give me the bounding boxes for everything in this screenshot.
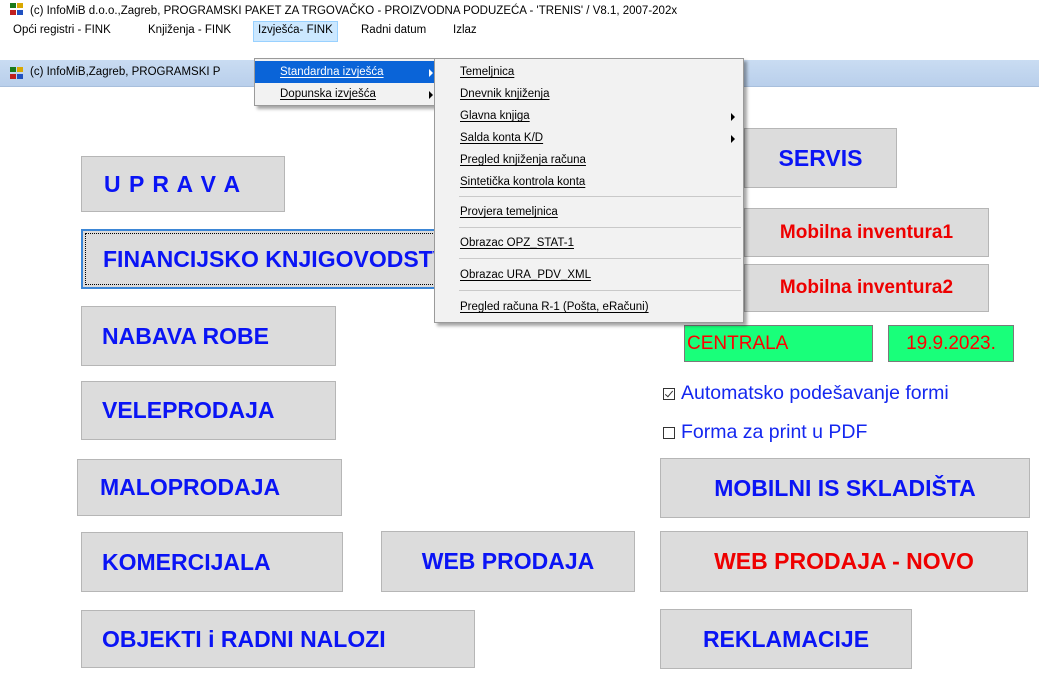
objekti-radni-nalozi-button[interactable]: OBJEKTI i RADNI NALOZI	[81, 610, 475, 668]
menu-separator	[459, 227, 741, 228]
menu-provjera-temeljnica[interactable]: Provjera temeljnica	[435, 201, 743, 223]
menu-opci-registri[interactable]: Opći registri - FINK	[9, 21, 115, 40]
menu-standardna-izvjesca[interactable]: Standardna izvješća	[255, 61, 441, 83]
mobilna-inventura2-button[interactable]: Mobilna inventura2	[744, 264, 989, 312]
print-pdf-checkbox[interactable]: Forma za print u PDF	[663, 421, 867, 444]
mobilna-inventura1-button[interactable]: Mobilna inventura1	[744, 208, 989, 257]
location-status: CENTRALA	[684, 325, 873, 362]
app-icon	[10, 3, 24, 16]
uprava-button[interactable]: U P R A V A	[81, 156, 285, 212]
menu-temeljnica[interactable]: Temeljnica	[435, 61, 743, 83]
standardna-izvjesca-dropdown: Temeljnica Dnevnik knjiženja Glavna knji…	[434, 58, 744, 323]
menu-separator	[459, 196, 741, 197]
menu-dnevnik-knjizenja[interactable]: Dnevnik knjiženja	[435, 83, 743, 105]
web-prodaja-novo-button[interactable]: WEB PRODAJA - NOVO	[660, 531, 1028, 592]
menu-separator	[459, 258, 741, 259]
menu-obrazac-ura-pdv-xml[interactable]: Obrazac URA_PDV_XML	[435, 264, 743, 286]
veleprodaja-button[interactable]: VELEPRODAJA	[81, 381, 336, 440]
submenu-arrow-icon	[731, 113, 735, 121]
app-icon	[10, 67, 24, 80]
submenu-arrow-icon	[429, 91, 433, 99]
menu-separator	[459, 290, 741, 291]
nabava-robe-button[interactable]: NABAVA ROBE	[81, 306, 336, 366]
child-window-title: (c) InfoMiB,Zagreb, PROGRAMSKI P	[30, 66, 221, 78]
menu-obrazac-opz-stat[interactable]: Obrazac OPZ_STAT-1	[435, 232, 743, 254]
menu-pregled-knjizenja-racuna[interactable]: Pregled knjiženja računa	[435, 149, 743, 171]
submenu-arrow-icon	[731, 135, 735, 143]
web-prodaja-button[interactable]: WEB PRODAJA	[381, 531, 635, 592]
menu-izvjesca[interactable]: Izvješća- FINK	[253, 21, 338, 42]
checkbox-checked-icon[interactable]	[663, 387, 675, 400]
menu-pregled-racuna-r1[interactable]: Pregled računa R-1 (Pošta, eRačuni)	[435, 296, 743, 318]
menu-glavna-knjiga[interactable]: Glavna knjiga	[435, 105, 743, 127]
komercijala-button[interactable]: KOMERCIJALA	[81, 532, 343, 592]
menu-bar: Opći registri - FINK Knjiženja - FINK Iz…	[0, 21, 1039, 42]
menu-salda-konta[interactable]: Salda konta K/D	[435, 127, 743, 149]
menu-knjizenja[interactable]: Knjiženja - FINK	[144, 21, 235, 40]
reklamacije-button[interactable]: REKLAMACIJE	[660, 609, 912, 669]
menu-radni-datum[interactable]: Radni datum	[357, 21, 430, 40]
auto-forms-checkbox[interactable]: Automatsko podešavanje formi	[663, 382, 949, 405]
checkbox-unchecked-icon[interactable]	[663, 426, 675, 439]
servis-button[interactable]: SERVIS	[744, 128, 897, 188]
maloprodaja-button[interactable]: MALOPRODAJA	[77, 459, 342, 516]
izvjesca-dropdown: Standardna izvješća Dopunska izvješća	[254, 58, 442, 106]
menu-izlaz[interactable]: Izlaz	[449, 21, 481, 40]
title-bar: (c) InfoMiB d.o.o.,Zagreb, PROGRAMSKI PA…	[0, 0, 1039, 20]
mobilni-is-skladista-button[interactable]: MOBILNI IS SKLADIŠTA	[660, 458, 1030, 518]
submenu-arrow-icon	[429, 69, 433, 77]
date-status: 19.9.2023.	[888, 325, 1014, 362]
menu-sinteticka-kontrola-konta[interactable]: Sintetička kontrola konta	[435, 171, 743, 193]
menu-dopunska-izvjesca[interactable]: Dopunska izvješća	[255, 83, 441, 105]
window-title: (c) InfoMiB d.o.o.,Zagreb, PROGRAMSKI PA…	[30, 5, 678, 17]
